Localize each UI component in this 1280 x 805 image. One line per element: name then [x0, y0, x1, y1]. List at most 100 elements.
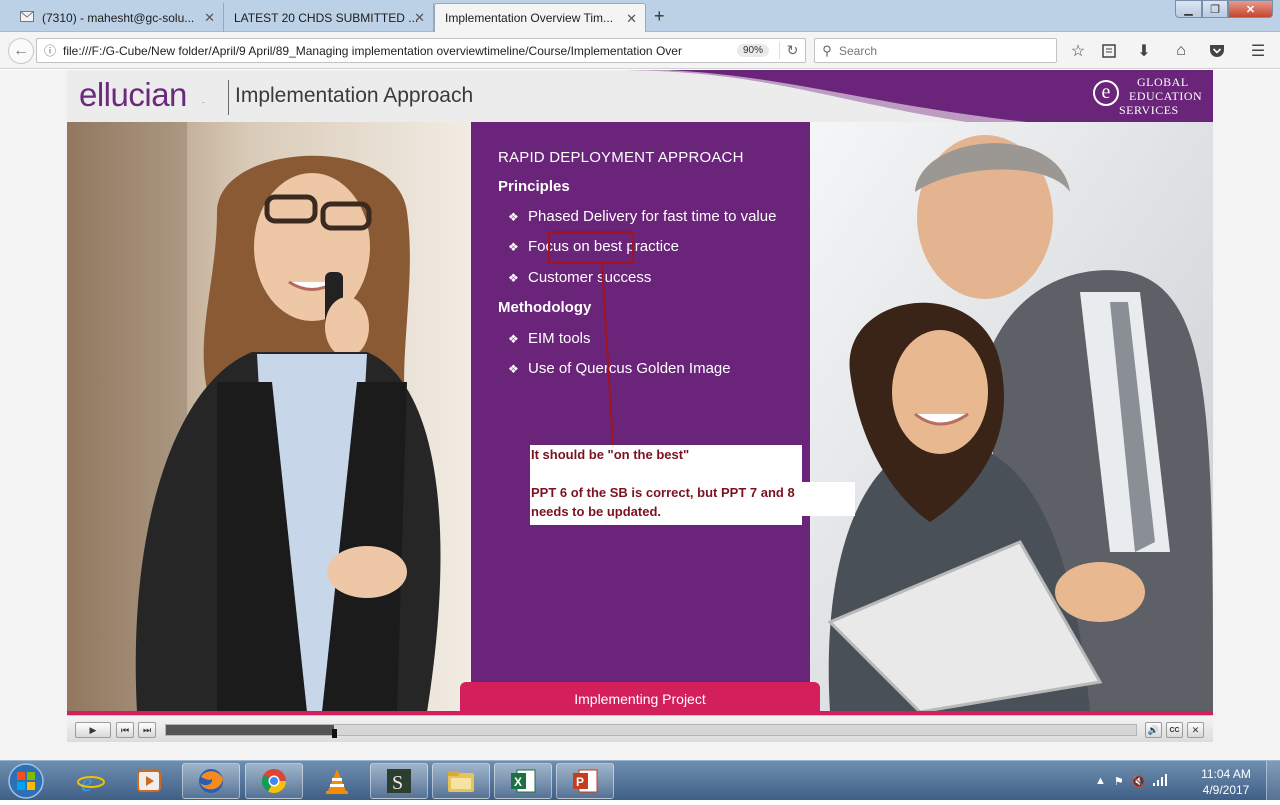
- implementing-project-tab[interactable]: Implementing Project: [460, 682, 820, 716]
- course-player: ellucian . Implementation Approach e GLO…: [67, 70, 1213, 742]
- player-close-button[interactable]: ✕: [1187, 722, 1204, 738]
- previous-button[interactable]: ⏮: [116, 722, 134, 738]
- next-icon: ⏭: [142, 724, 152, 735]
- bullet-text: EIM tools: [528, 330, 591, 347]
- section-methodology-title: Methodology: [498, 299, 592, 316]
- taskbar-clock[interactable]: 11:04 AM 4/9/2017: [1196, 766, 1256, 798]
- back-button[interactable]: ←: [8, 38, 34, 64]
- svg-text:X: X: [514, 775, 522, 789]
- diamond-bullet-icon: ❖: [508, 270, 519, 285]
- clock-time: 11:04 AM: [1201, 767, 1251, 781]
- app-s-icon: S: [387, 769, 411, 794]
- review-comment-box-extension: [802, 482, 855, 516]
- diamond-bullet-icon: ❖: [508, 361, 519, 376]
- internet-explorer-taskbar-item[interactable]: e: [62, 763, 120, 799]
- browser-tab-chds[interactable]: LATEST 20 CHDS SUBMITTED ... ✕: [224, 3, 434, 32]
- ges-e-mark: e: [1093, 80, 1119, 106]
- menu-icon[interactable]: ☰: [1247, 40, 1269, 62]
- close-tab-icon[interactable]: ✕: [204, 10, 215, 26]
- site-info-icon[interactable]: ⓘ: [37, 42, 63, 59]
- bullet-item: ❖ Phased Delivery for fast time to value: [508, 208, 776, 225]
- diamond-bullet-icon: ❖: [508, 331, 519, 346]
- show-hidden-icons-icon[interactable]: ▲: [1095, 775, 1106, 787]
- reading-list-icon[interactable]: [1098, 40, 1120, 62]
- bullet-text: Customer success: [528, 269, 652, 286]
- window-maximize-button[interactable]: ❐: [1202, 0, 1228, 18]
- review-comment-line-1: It should be "on the best": [531, 447, 690, 462]
- bullet-item: ❖ EIM tools: [508, 330, 591, 347]
- mail-icon: [20, 10, 34, 25]
- close-icon: ✕: [1191, 724, 1200, 735]
- close-tab-icon[interactable]: ✕: [414, 10, 425, 26]
- home-icon[interactable]: ⌂: [1170, 40, 1192, 62]
- play-button[interactable]: ▶: [75, 722, 111, 738]
- header-divider: [228, 80, 229, 115]
- closed-captions-icon: CC: [1169, 726, 1180, 734]
- network-signal-icon[interactable]: [1153, 773, 1168, 789]
- browser-navigation-bar: ← ⓘ file:///F:/G-Cube/New folder/April/9…: [0, 32, 1280, 69]
- back-arrow-icon: ←: [13, 42, 29, 59]
- zoom-indicator[interactable]: 90%: [736, 44, 769, 57]
- file-explorer-taskbar-item[interactable]: [432, 763, 490, 799]
- slide-header: ellucian . Implementation Approach e GLO…: [67, 70, 1213, 122]
- browser-tab-mail[interactable]: (7310) - mahesht@gc-solu... ✕: [10, 3, 224, 32]
- window-close-button[interactable]: ✕: [1228, 0, 1273, 18]
- start-button[interactable]: [6, 762, 46, 800]
- progress-thumb[interactable]: [331, 729, 337, 738]
- address-bar[interactable]: ⓘ file:///F:/G-Cube/New folder/April/9 A…: [36, 38, 806, 63]
- windows-taskbar: e S X P ▲ ⚑ 🔇 11:04 AM 4/9/2017: [0, 760, 1280, 801]
- ges-line-2: EDUCATION: [1129, 89, 1203, 103]
- chrome-taskbar-item[interactable]: [245, 763, 303, 799]
- diamond-bullet-icon: ❖: [508, 239, 519, 254]
- new-tab-button[interactable]: +: [654, 6, 665, 27]
- s-app-taskbar-item[interactable]: S: [370, 763, 428, 799]
- slide-title: Implementation Approach: [235, 84, 474, 107]
- bullet-item: ❖ Use of Quercus Golden Image: [508, 360, 731, 377]
- powerpoint-icon: P: [573, 769, 598, 793]
- page-area: ellucian . Implementation Approach e GLO…: [0, 70, 1280, 760]
- svg-text:S: S: [392, 772, 403, 794]
- powerpoint-taskbar-item[interactable]: P: [556, 763, 614, 799]
- window-minimize-button[interactable]: ▁: [1175, 0, 1202, 18]
- download-icon[interactable]: ⬇: [1133, 40, 1155, 62]
- play-icon: ▶: [89, 724, 97, 735]
- panel-heading: RAPID DEPLOYMENT APPROACH: [498, 149, 744, 166]
- volume-muted-icon[interactable]: 🔇: [1132, 775, 1146, 788]
- excel-taskbar-item[interactable]: X: [494, 763, 552, 799]
- progress-bar[interactable]: [165, 724, 1137, 738]
- action-center-icon[interactable]: ⚑: [1114, 775, 1124, 788]
- svg-text:P: P: [576, 775, 584, 789]
- tab-label: (7310) - mahesht@gc-solu...: [42, 10, 195, 25]
- url-text[interactable]: file:///F:/G-Cube/New folder/April/9 Apr…: [63, 44, 731, 58]
- browser-tab-implementation[interactable]: Implementation Overview Tim... ✕: [434, 3, 646, 32]
- bookmark-star-icon[interactable]: ☆: [1067, 40, 1089, 62]
- search-bar[interactable]: ⚲ Search: [814, 38, 1057, 63]
- minimize-icon: ▁: [1184, 3, 1193, 16]
- firefox-taskbar-item[interactable]: [182, 763, 240, 799]
- review-comment-line-3: needs to be updated.: [531, 504, 662, 519]
- volume-button[interactable]: 🔊: [1145, 722, 1162, 738]
- browser-tab-strip: (7310) - mahesht@gc-solu... ✕ LATEST 20 …: [0, 0, 1280, 32]
- reload-icon[interactable]: ↻: [779, 42, 805, 59]
- player-control-bar: ▶ ⏮ ⏭ 🔊 CC ✕: [67, 715, 1213, 742]
- review-comment-line-2: PPT 6 of the SB is correct, but PPT 7 an…: [531, 485, 795, 500]
- svg-text:e: e: [81, 768, 93, 795]
- closed-captions-button[interactable]: CC: [1166, 722, 1183, 738]
- section-principles-title: Principles: [498, 178, 570, 195]
- search-icon: ⚲: [822, 42, 832, 58]
- vlc-taskbar-item[interactable]: [308, 763, 366, 799]
- next-button[interactable]: ⏭: [138, 722, 156, 738]
- show-desktop-button[interactable]: [1266, 761, 1280, 801]
- restore-icon: ❐: [1210, 3, 1220, 16]
- bullet-text: Use of Quercus Golden Image: [528, 360, 731, 377]
- media-player-taskbar-item[interactable]: [120, 763, 178, 799]
- bullet-text: Phased Delivery for fast time to value: [528, 208, 777, 225]
- vlc-icon: [326, 769, 348, 794]
- search-placeholder: Search: [839, 43, 878, 58]
- progress-fill: [166, 725, 334, 735]
- tab-label: Implementation Overview Tim...: [445, 11, 614, 25]
- close-tab-icon[interactable]: ✕: [626, 11, 637, 27]
- content-panel: RAPID DEPLOYMENT APPROACH Principles ❖ P…: [471, 122, 810, 686]
- pocket-icon[interactable]: [1206, 40, 1228, 62]
- close-icon: ✕: [1245, 3, 1256, 16]
